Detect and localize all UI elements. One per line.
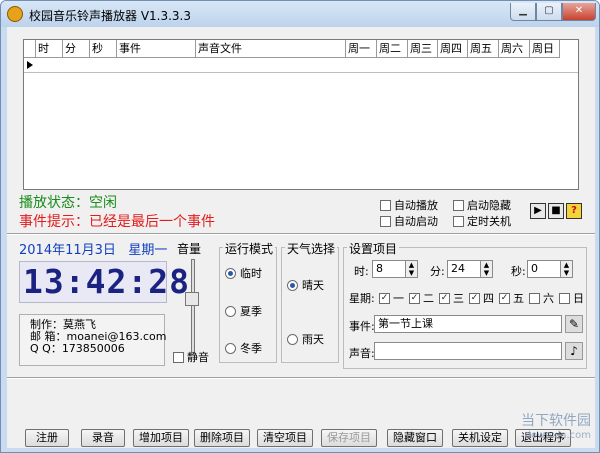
maximize-button[interactable]: ▢ xyxy=(536,3,562,21)
col-sat[interactable]: 周六 xyxy=(499,40,530,58)
volume-slider-thumb[interactable] xyxy=(185,292,199,306)
weekday-sat-checkbox[interactable]: 六 xyxy=(529,290,554,306)
col-sun[interactable]: 周日 xyxy=(530,40,560,58)
event-label: 事件: xyxy=(349,320,375,333)
sound-input[interactable] xyxy=(374,342,562,360)
col-wed[interactable]: 周三 xyxy=(408,40,438,58)
run-mode-temp-radio[interactable]: 临时 xyxy=(225,265,262,281)
auto-start-checkbox[interactable]: 自动启动 xyxy=(380,213,438,229)
weekday-thu-checkbox[interactable]: ✓ 四 xyxy=(469,290,494,306)
minimize-button[interactable]: ▁ xyxy=(510,3,536,21)
window-title: 校园音乐铃声播放器 V1.3.3.3 xyxy=(29,9,192,23)
stop-icon[interactable]: ■ xyxy=(548,203,564,219)
run-mode-title: 运行模式 xyxy=(223,240,276,257)
col-thu[interactable]: 周四 xyxy=(438,40,468,58)
second-spinner[interactable]: 0 ▲ ▼ xyxy=(527,260,573,278)
weather-sunny-radio[interactable]: 晴天 xyxy=(287,277,324,293)
col-fri[interactable]: 周五 xyxy=(468,40,499,58)
col-tue[interactable]: 周二 xyxy=(377,40,408,58)
volume-title: 音量 xyxy=(177,242,202,256)
record-button[interactable]: 录音 xyxy=(81,429,125,447)
edit-event-icon[interactable]: ✎ xyxy=(565,315,583,333)
divider-bottom xyxy=(7,377,595,379)
weekday-mon-checkbox[interactable]: ✓ 一 xyxy=(379,290,404,306)
hour-spin-arrows-icon[interactable]: ▲ ▼ xyxy=(405,261,417,277)
second-spin-arrows-icon[interactable]: ▲ ▼ xyxy=(560,261,572,277)
col-sound-file[interactable]: 声音文件 xyxy=(196,40,346,58)
col-hour[interactable]: 时 xyxy=(36,40,63,58)
title-bar: 校园音乐铃声播放器 V1.3.3.3 ▁ ▢ ✕ xyxy=(1,1,599,27)
week-label: 星期: xyxy=(349,292,375,305)
mute-checkbox[interactable]: 静音 xyxy=(173,349,209,365)
run-mode-winter-radio[interactable]: 冬季 xyxy=(225,340,262,356)
minute-label: 分: xyxy=(430,265,445,278)
save-item-button[interactable]: 保存项目 xyxy=(321,429,377,447)
table-row[interactable] xyxy=(24,58,578,73)
weekday-tue-checkbox[interactable]: ✓ 二 xyxy=(409,290,434,306)
author-info: 制作：莫燕飞 邮 箱：moanei@163.com Q Q：173850006 xyxy=(19,314,166,366)
weekday-fri-checkbox[interactable]: ✓ 五 xyxy=(499,290,524,306)
app-window: 校园音乐铃声播放器 V1.3.3.3 ▁ ▢ ✕ 时 分 秒 事件 声音文件 周… xyxy=(0,0,600,453)
weather-title: 天气选择 xyxy=(285,240,338,257)
run-mode-summer-radio[interactable]: 夏季 xyxy=(225,303,262,319)
second-label: 秒: xyxy=(511,265,526,278)
digital-clock: 13:42:28 xyxy=(19,261,189,303)
play-status: 播放状态：空闲 xyxy=(19,195,117,211)
delete-item-button[interactable]: 删除项目 xyxy=(194,429,250,447)
settings-title: 设置项目 xyxy=(347,240,400,257)
play-icon[interactable]: ▶ xyxy=(530,203,546,219)
hide-window-button[interactable]: 隐藏窗口 xyxy=(387,429,443,447)
weekday-sun-checkbox[interactable]: 日 xyxy=(559,290,584,306)
minute-spin-arrows-icon[interactable]: ▲ ▼ xyxy=(480,261,492,277)
schedule-table[interactable]: 时 分 秒 事件 声音文件 周一 周二 周三 周四 周五 周六 周日 xyxy=(23,39,579,190)
col-second[interactable]: 秒 xyxy=(90,40,117,58)
app-icon xyxy=(7,6,23,22)
register-button[interactable]: 注册 xyxy=(25,429,69,447)
start-hidden-checkbox[interactable]: 启动隐藏 xyxy=(453,197,511,213)
divider xyxy=(7,233,595,235)
volume-slider[interactable] xyxy=(191,259,195,353)
event-hint: 事件提示：已经是最后一个事件 xyxy=(19,214,215,230)
weekday-wed-checkbox[interactable]: ✓ 三 xyxy=(439,290,464,306)
date-display: 2014年11月3日 星期一 xyxy=(19,243,168,258)
row-pointer-icon xyxy=(27,61,33,69)
col-event[interactable]: 事件 xyxy=(117,40,196,58)
event-input[interactable]: 第一节上课 xyxy=(374,315,562,333)
timed-shutdown-checkbox[interactable]: 定时关机 xyxy=(453,213,511,229)
speaker-icon[interactable]: ♪ xyxy=(565,342,583,360)
hour-label: 时: xyxy=(354,265,369,278)
clear-items-button[interactable]: 清空项目 xyxy=(257,429,313,447)
minute-spinner[interactable]: 24 ▲ ▼ xyxy=(447,260,493,278)
col-mon[interactable]: 周一 xyxy=(346,40,377,58)
close-button[interactable]: ✕ xyxy=(562,3,596,21)
sound-label: 声音: xyxy=(349,347,375,360)
hour-spinner[interactable]: 8 ▲ ▼ xyxy=(372,260,418,278)
help-icon[interactable]: ? xyxy=(566,203,582,219)
watermark-logo: 当下软件园 downxia.com xyxy=(521,413,591,441)
col-minute[interactable]: 分 xyxy=(63,40,90,58)
client-area: 时 分 秒 事件 声音文件 周一 周二 周三 周四 周五 周六 周日 播放状态：… xyxy=(7,27,595,448)
weather-rainy-radio[interactable]: 雨天 xyxy=(287,331,324,347)
add-item-button[interactable]: 增加项目 xyxy=(133,429,189,447)
table-header: 时 分 秒 事件 声音文件 周一 周二 周三 周四 周五 周六 周日 xyxy=(24,40,560,58)
auto-play-checkbox[interactable]: 自动播放 xyxy=(380,197,438,213)
